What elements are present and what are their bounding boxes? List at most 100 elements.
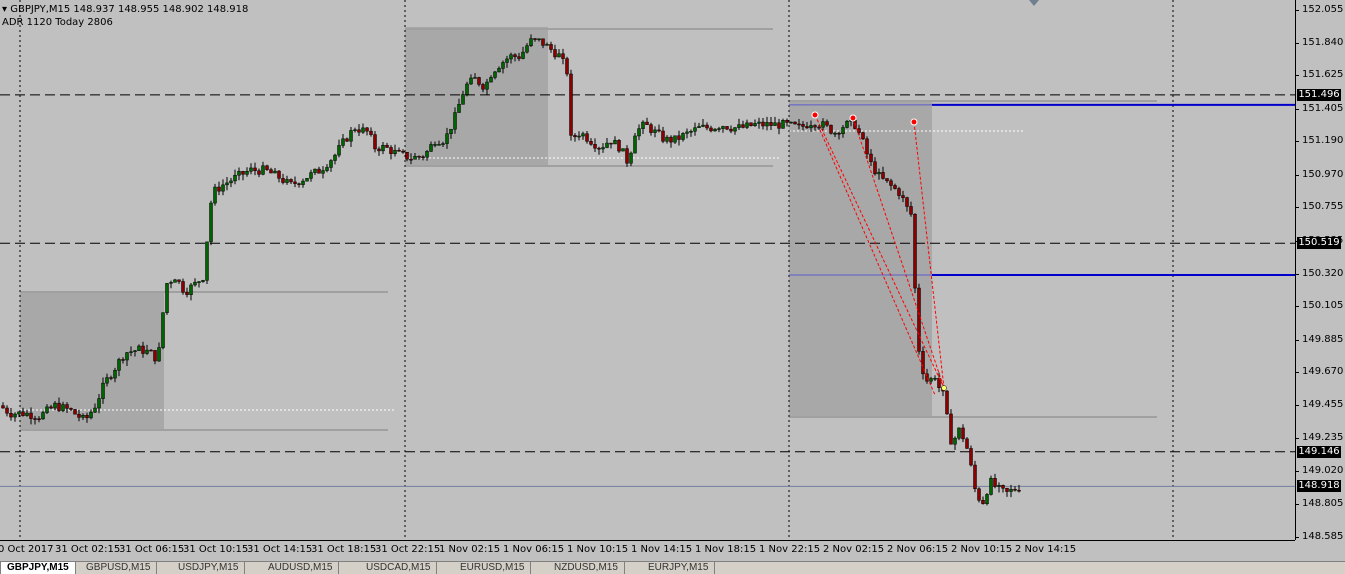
candle-body <box>741 124 745 128</box>
candle-body <box>205 241 209 281</box>
price-tick-mark <box>1296 470 1299 472</box>
candle-body <box>697 126 701 128</box>
candle-body <box>625 148 629 164</box>
candle-body <box>633 135 637 154</box>
candle-body <box>85 415 89 419</box>
time-axis[interactable]: 0 Oct 2017 31 Oct 02:15 31 Oct 06:15 31 Oct… <box>0 540 1295 561</box>
chart-tab-eurjpy-m15[interactable]: EURJPY,M15 <box>642 562 716 574</box>
candle-body <box>541 38 545 46</box>
candle-body <box>985 494 989 504</box>
candle-body <box>721 126 725 129</box>
candle-body <box>65 404 69 409</box>
candle-body <box>1001 485 1005 489</box>
chart-tab-usdcad-m15[interactable]: USDCAD,M15 <box>360 562 438 574</box>
candle-body <box>277 170 281 179</box>
candle-body <box>829 124 833 134</box>
candle-body <box>29 412 33 419</box>
price-tick-mark <box>1296 273 1299 275</box>
time-tick-label: 31 Oct 10:15 <box>183 544 249 555</box>
candle-body <box>181 281 185 293</box>
price-axis[interactable]: 152.055 151.840 151.625 151.405 151.190 150.9… <box>1295 0 1345 542</box>
price-tick-mark <box>1296 404 1299 406</box>
chart-tab-audusd-m15[interactable]: AUDUSD,M15 <box>262 562 340 574</box>
candle-body <box>521 51 525 59</box>
candle-body <box>717 128 721 130</box>
candle-body <box>885 178 889 182</box>
candle-body <box>53 402 57 409</box>
candle-body <box>189 284 193 295</box>
candle-body <box>125 352 129 361</box>
candle-body <box>557 53 561 58</box>
candle-body <box>933 377 937 380</box>
candle-body <box>469 77 473 85</box>
candle-body <box>785 120 789 123</box>
candle-body <box>897 188 901 196</box>
candle-body <box>609 142 613 145</box>
candle-body <box>169 282 173 284</box>
price-tick-mark <box>1296 537 1299 538</box>
chart-tab-usdjpy-m15[interactable]: USDJPY,M15 <box>172 562 246 574</box>
candle-body <box>769 122 773 126</box>
chart-tabs: GBPJPY,M15 GBPUSD,M15 USDJPY,M15 AUDUSD,M15… <box>0 561 1345 574</box>
price-tick-label: 151.190 <box>1302 135 1344 147</box>
chart-tab-gbpusd-m15[interactable]: GBPUSD,M15 <box>80 562 158 574</box>
candle-body <box>493 71 497 78</box>
candle-body <box>473 77 477 79</box>
candle-body <box>45 406 49 413</box>
candle-body <box>153 350 157 362</box>
candle-body <box>957 427 961 439</box>
chart-tab-gbpjpy-m15[interactable]: GBPJPY,M15 <box>0 562 76 574</box>
candle-body <box>321 170 325 174</box>
candle-body <box>413 156 417 160</box>
candle-body <box>593 144 597 149</box>
candle-body <box>597 147 601 150</box>
chart-tab-eurusd-m15[interactable]: EURUSD,M15 <box>454 562 532 574</box>
candle-body <box>17 411 21 415</box>
candle-body <box>149 349 153 352</box>
candle-body <box>157 347 161 362</box>
candle-body <box>917 287 921 352</box>
candle-body <box>37 418 41 420</box>
candle-body <box>577 135 581 138</box>
chart-tab-nzdusd-m15[interactable]: NZDUSD,M15 <box>548 562 625 574</box>
chart-area[interactable]: ▾ GBPJPY,M15 148.937 148.955 148.902 148… <box>0 0 1295 540</box>
candle-body <box>77 413 81 418</box>
candle-body <box>673 135 677 143</box>
candle-body <box>425 151 429 158</box>
candle-body <box>357 129 361 133</box>
candle-body <box>889 180 893 186</box>
time-tick-label: 31 Oct 14:15 <box>247 544 313 555</box>
candle-body <box>229 180 233 184</box>
session-box <box>20 291 164 430</box>
candle-body <box>5 407 9 414</box>
price-chart[interactable] <box>0 0 1295 540</box>
price-tick-label: 149.020 <box>1302 464 1344 476</box>
candle-body <box>249 167 253 172</box>
candle-body <box>777 122 781 129</box>
candle-body <box>953 437 957 445</box>
price-tick-mark <box>1296 306 1299 308</box>
candle-body <box>13 413 17 418</box>
candle-body <box>517 56 521 59</box>
price-tick-label: 148.805 <box>1302 497 1344 509</box>
candle-body <box>845 121 849 128</box>
candle-body <box>797 123 801 126</box>
candle-body <box>749 122 753 127</box>
candle-body <box>437 144 441 146</box>
chart-shift-marker-icon[interactable] <box>1029 0 1039 6</box>
candle-body <box>345 138 349 142</box>
candle-body <box>97 398 101 409</box>
candle-body <box>649 124 653 133</box>
candle-body <box>193 281 197 286</box>
candle-body <box>801 124 805 127</box>
candle-body <box>701 124 705 127</box>
price-tick-mark <box>1296 438 1299 440</box>
candle-body <box>569 73 573 136</box>
price-level-tag: 148.918 <box>1297 480 1341 493</box>
candle-body <box>185 291 189 295</box>
candle-body <box>485 81 489 90</box>
time-tick-label: 1 Nov 02:15 <box>439 544 501 555</box>
candle-body <box>109 377 113 379</box>
candle-body <box>253 167 257 171</box>
candle-body <box>665 136 669 142</box>
